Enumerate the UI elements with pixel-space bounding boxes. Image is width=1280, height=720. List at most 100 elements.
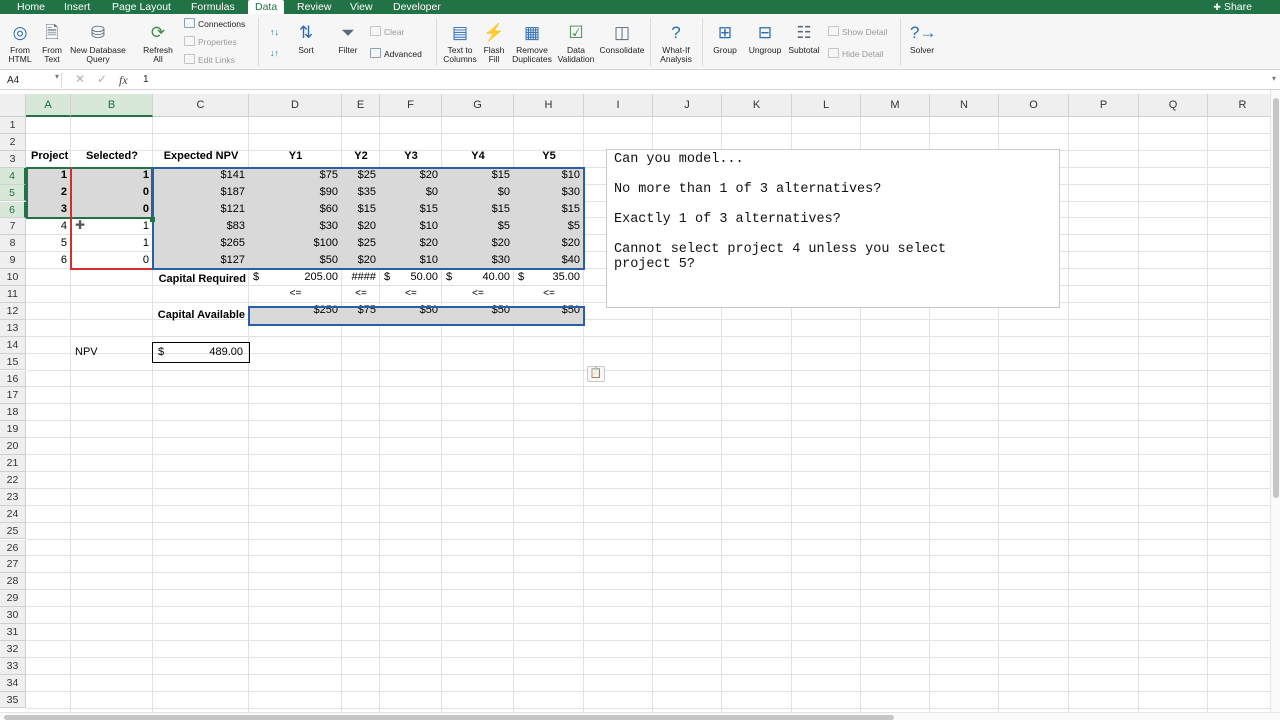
horizontal-scroll-thumb[interactable]	[4, 715, 894, 720]
constraint-operator-cell[interactable]: <=	[249, 288, 342, 299]
column-header[interactable]: L	[792, 94, 861, 117]
row-header[interactable]: 32	[0, 640, 26, 658]
row-header[interactable]: 34	[0, 674, 26, 692]
tab-formulas[interactable]: Formulas	[191, 0, 235, 14]
column-header[interactable]: H	[514, 94, 584, 117]
row-header[interactable]: 8	[0, 235, 26, 253]
capital-required-cell[interactable]: 50.00	[380, 271, 442, 283]
text-to-columns-button[interactable]: ▤ Text to Columns	[442, 22, 478, 64]
remove-duplicates-button[interactable]: ▦ Remove Duplicates	[510, 22, 554, 64]
select-all-button[interactable]	[0, 94, 26, 117]
column-header[interactable]: C	[153, 94, 249, 117]
new-database-query-button[interactable]: ⛁ New Database Query	[68, 22, 128, 64]
capital-required-cell[interactable]: 40.00	[442, 271, 514, 283]
column-header[interactable]: N	[930, 94, 999, 117]
row-header[interactable]: 3	[0, 150, 26, 168]
row-header[interactable]: 19	[0, 421, 26, 439]
from-html-button[interactable]: ◎ From HTML	[4, 22, 36, 64]
sort-button[interactable]: ⇅ Sort	[290, 22, 322, 55]
row-header[interactable]: 14	[0, 336, 26, 354]
row-header[interactable]: 33	[0, 657, 26, 675]
column-header[interactable]: A	[26, 94, 71, 117]
project-number-cell[interactable]: 5	[26, 237, 71, 249]
ungroup-button[interactable]: ⊟ Ungroup	[746, 22, 784, 55]
row-header[interactable]: 31	[0, 624, 26, 641]
row-header[interactable]: 16	[0, 370, 26, 388]
capital-required-cell[interactable]: ####	[342, 271, 380, 283]
row-header[interactable]: 25	[0, 522, 26, 540]
column-header[interactable]: O	[999, 94, 1069, 117]
row-header[interactable]: 22	[0, 471, 26, 489]
horizontal-scrollbar[interactable]	[0, 712, 1280, 720]
row-header[interactable]: 10	[0, 269, 26, 286]
text-box[interactable]: Can you model... No more than 1 of 3 alt…	[606, 149, 1060, 308]
subtotal-button[interactable]: ☷ Subtotal	[786, 22, 822, 55]
paste-options-icon[interactable]: 📋	[587, 366, 605, 382]
tab-developer[interactable]: Developer	[393, 0, 441, 14]
properties-button[interactable]: Properties	[184, 36, 237, 48]
column-header[interactable]: D	[249, 94, 342, 117]
connections-button[interactable]: Connections	[184, 18, 245, 30]
show-detail-button[interactable]: Show Detail	[828, 26, 887, 38]
column-header[interactable]: J	[653, 94, 722, 117]
expand-formula-bar-icon[interactable]: ▾	[1272, 74, 1276, 83]
vertical-scrollbar[interactable]	[1270, 90, 1280, 715]
refresh-all-button[interactable]: ⟳ Refresh All	[140, 22, 176, 64]
column-header[interactable]: M	[861, 94, 930, 117]
row-header[interactable]: 28	[0, 573, 26, 591]
column-header[interactable]: F	[380, 94, 442, 117]
row-header[interactable]: 24	[0, 505, 26, 523]
tab-data[interactable]: Data	[248, 0, 285, 14]
column-header[interactable]: R	[1208, 94, 1270, 117]
capital-required-cell[interactable]: 205.00	[249, 271, 342, 283]
constraint-operator-cell[interactable]: <=	[442, 288, 514, 299]
capital-required-cell[interactable]: 35.00	[514, 271, 584, 283]
tab-view[interactable]: View	[350, 0, 373, 14]
vertical-scroll-thumb[interactable]	[1273, 98, 1279, 498]
sort-descending-button[interactable]: ↓↑	[270, 47, 279, 59]
row-header[interactable]: 4	[0, 167, 26, 185]
row-header[interactable]: 18	[0, 404, 26, 422]
constraint-operator-cell[interactable]: <=	[342, 288, 380, 299]
consolidate-button[interactable]: ◫ Consolidate	[598, 22, 646, 55]
fill-handle[interactable]	[150, 217, 155, 222]
from-text-button[interactable]: 🗎 From Text	[37, 22, 67, 64]
tab-home[interactable]: Home	[17, 0, 45, 14]
row-header[interactable]: 1	[0, 117, 26, 134]
filter-button[interactable]: ⏷ Filter	[334, 22, 362, 55]
column-header[interactable]: E	[342, 94, 380, 117]
row-header[interactable]: 27	[0, 556, 26, 574]
chevron-down-icon[interactable]: ▾	[55, 72, 59, 81]
tab-review[interactable]: Review	[297, 0, 331, 14]
sort-ascending-button[interactable]: ↑↓	[270, 26, 279, 38]
row-header[interactable]: 21	[0, 455, 26, 472]
row-header[interactable]: 13	[0, 319, 26, 337]
column-header[interactable]: G	[442, 94, 514, 117]
row-header[interactable]: 29	[0, 590, 26, 608]
column-header[interactable]: B	[71, 94, 153, 117]
row-header[interactable]: 9	[0, 252, 26, 270]
row-header[interactable]: 23	[0, 488, 26, 506]
row-header[interactable]: 17	[0, 387, 26, 405]
row-header[interactable]: 2	[0, 133, 26, 151]
data-validation-button[interactable]: ☑ Data Validation	[556, 22, 596, 64]
solver-button[interactable]: ?→ Solver	[906, 22, 938, 55]
constraint-operator-cell[interactable]: <=	[380, 288, 442, 299]
tab-page-layout[interactable]: Page Layout	[112, 0, 171, 14]
advanced-filter-button[interactable]: Advanced	[370, 48, 422, 60]
column-header[interactable]: P	[1069, 94, 1139, 117]
constraint-operator-cell[interactable]: <=	[514, 288, 584, 299]
row-header[interactable]: 20	[0, 438, 26, 455]
row-header[interactable]: 15	[0, 353, 26, 371]
row-header[interactable]: 30	[0, 607, 26, 624]
column-header[interactable]: I	[584, 94, 653, 117]
row-header[interactable]: 12	[0, 302, 26, 320]
column-header[interactable]: Q	[1139, 94, 1208, 117]
group-button[interactable]: ⊞ Group	[708, 22, 742, 55]
insert-function-button[interactable]: fx	[119, 73, 128, 88]
hide-detail-button[interactable]: Hide Detail	[828, 48, 884, 60]
cancel-icon[interactable]: ✕	[75, 72, 85, 86]
share-button[interactable]: ✚ Share	[1213, 0, 1252, 14]
edit-links-button[interactable]: Edit Links	[184, 54, 235, 66]
row-header[interactable]: 11	[0, 286, 26, 303]
